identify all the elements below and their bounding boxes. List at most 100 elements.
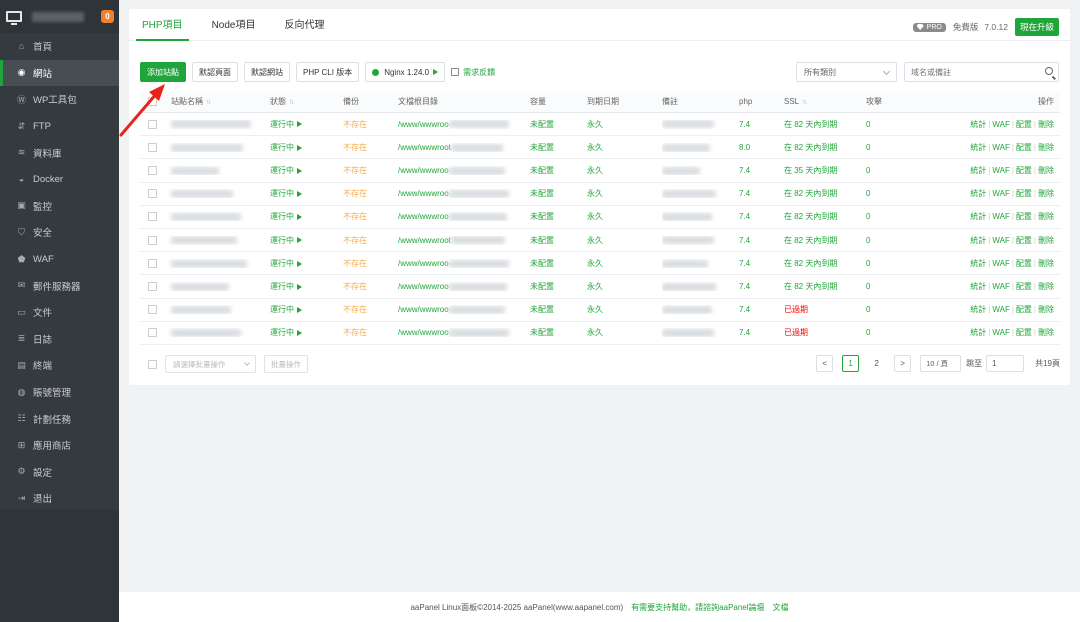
expiry-value[interactable]: 永久 <box>587 119 662 130</box>
note-blurred[interactable] <box>662 328 739 338</box>
site-status[interactable]: 運行中 <box>270 327 343 338</box>
note-blurred[interactable] <box>662 166 739 175</box>
attack-count[interactable]: 0 <box>866 236 926 245</box>
site-status[interactable]: 運行中 <box>270 235 343 246</box>
stats-link[interactable]: 統計 <box>970 143 986 152</box>
attack-count[interactable]: 0 <box>866 305 926 314</box>
config-link[interactable]: 配置 <box>1016 259 1032 268</box>
ssl-status[interactable]: 在 35 天內到期 <box>784 165 866 176</box>
site-name-blurred[interactable] <box>160 282 270 291</box>
sidebar-item-user[interactable]: ◍ 賬號管理 <box>0 379 119 406</box>
backup-status[interactable]: 不存在 <box>343 142 398 153</box>
php-version[interactable]: 7.4 <box>739 236 784 245</box>
config-link[interactable]: 配置 <box>1016 212 1032 221</box>
ssl-status[interactable]: 在 82 天內到期 <box>784 235 866 246</box>
sidebar-item-docker[interactable]: ◒ Docker <box>0 166 119 193</box>
note-blurred[interactable] <box>662 305 739 314</box>
capacity-value[interactable]: 未配置 <box>530 188 587 199</box>
col-expiry[interactable]: 到期日期 <box>587 96 662 107</box>
config-link[interactable]: 配置 <box>1016 166 1032 175</box>
backup-status[interactable]: 不存在 <box>343 188 398 199</box>
tab-node-projects[interactable]: Node項目 <box>210 16 258 40</box>
note-blurred[interactable] <box>662 212 739 222</box>
site-status[interactable]: 運行中 <box>270 188 343 199</box>
site-root-path[interactable]: /www/wwwroo <box>398 328 530 337</box>
delete-link[interactable]: 刪除 <box>1038 259 1054 268</box>
delete-link[interactable]: 刪除 <box>1038 166 1054 175</box>
php-version[interactable]: 7.4 <box>739 212 784 221</box>
col-status[interactable]: 狀態 ⇅ <box>270 96 343 107</box>
waf-link[interactable]: WAF <box>992 236 1009 245</box>
site-name-blurred[interactable] <box>160 328 270 338</box>
goto-page-input[interactable]: 1 <box>986 355 1025 372</box>
delete-link[interactable]: 刪除 <box>1038 328 1054 337</box>
search-input[interactable] <box>905 67 1035 77</box>
site-root-path[interactable]: /www/wwwroo <box>398 212 530 221</box>
site-root-path[interactable]: /www/wwwroo <box>398 305 530 314</box>
ssl-status[interactable]: 在 82 天內到期 <box>784 211 866 222</box>
note-blurred[interactable] <box>662 236 739 245</box>
stats-link[interactable]: 統計 <box>970 328 986 337</box>
row-checkbox[interactable] <box>148 328 157 338</box>
site-status[interactable]: 運行中 <box>270 165 343 176</box>
site-status[interactable]: 運行中 <box>270 258 343 269</box>
ssl-status[interactable]: 在 82 天內到期 <box>784 281 866 292</box>
site-root-path[interactable]: /www/wwwroo <box>398 189 530 198</box>
capacity-value[interactable]: 未配置 <box>530 304 587 315</box>
waf-link[interactable]: WAF <box>992 189 1009 198</box>
select-all-checkbox[interactable] <box>148 97 157 106</box>
capacity-value[interactable]: 未配置 <box>530 281 587 292</box>
sidebar-item-app-store[interactable]: ⊞ 應用商店 <box>0 432 119 459</box>
sidebar-item-mail[interactable]: ✉ 郵件服務器 <box>0 272 119 299</box>
attack-count[interactable]: 0 <box>866 328 926 337</box>
stats-link[interactable]: 統計 <box>970 189 986 198</box>
sidebar-item-home[interactable]: ⌂ 首頁 <box>0 33 119 60</box>
sidebar-item-schedule[interactable]: ☷ 計劃任務 <box>0 405 119 432</box>
sidebar-item-monitor[interactable]: ▣ 監控 <box>0 193 119 220</box>
attack-count[interactable]: 0 <box>866 282 926 291</box>
backup-status[interactable]: 不存在 <box>343 304 398 315</box>
prev-page-button[interactable]: < <box>816 355 834 372</box>
php-version[interactable]: 7.4 <box>739 120 784 129</box>
delete-link[interactable]: 刪除 <box>1038 305 1054 314</box>
row-checkbox[interactable] <box>148 281 157 291</box>
batch-operation-button[interactable]: 批量操作 <box>264 355 308 373</box>
waf-link[interactable]: WAF <box>992 305 1009 314</box>
expiry-value[interactable]: 永久 <box>587 327 662 338</box>
delete-link[interactable]: 刪除 <box>1038 236 1054 245</box>
config-link[interactable]: 配置 <box>1016 282 1032 291</box>
sidebar-item-terminal[interactable]: ▤ 終端 <box>0 352 119 379</box>
waf-link[interactable]: WAF <box>992 120 1009 129</box>
sidebar-item-shield[interactable]: ⛉ 安全 <box>0 219 119 246</box>
php-version[interactable]: 8.0 <box>739 143 784 152</box>
sidebar-item-globe[interactable]: ◉ 網站 <box>0 59 119 87</box>
page-2-button[interactable]: 2 <box>868 355 885 372</box>
attack-count[interactable]: 0 <box>866 166 926 175</box>
capacity-value[interactable]: 未配置 <box>530 258 587 269</box>
ssl-status[interactable]: 已過期 <box>784 304 866 315</box>
tab-php-projects[interactable]: PHP項目 <box>136 16 189 41</box>
docs-link[interactable]: 文檔 <box>773 602 789 613</box>
ssl-status[interactable]: 在 82 天內到期 <box>784 119 866 130</box>
sidebar-item-ftp[interactable]: ⇵ FTP <box>0 113 119 140</box>
ssl-status[interactable]: 在 82 天內到期 <box>784 188 866 199</box>
waf-link[interactable]: WAF <box>992 212 1009 221</box>
attack-count[interactable]: 0 <box>866 189 926 198</box>
expiry-value[interactable]: 永久 <box>587 258 662 269</box>
site-root-path[interactable]: /www/wwwroo <box>398 166 530 175</box>
site-name-blurred[interactable] <box>160 259 270 268</box>
capacity-value[interactable]: 未配置 <box>530 211 587 222</box>
php-version[interactable]: 7.4 <box>739 282 784 291</box>
add-site-button[interactable]: 添加站點 <box>140 62 186 82</box>
note-blurred[interactable] <box>662 189 739 199</box>
row-checkbox[interactable] <box>148 212 157 222</box>
backup-status[interactable]: 不存在 <box>343 327 398 338</box>
site-status[interactable]: 運行中 <box>270 119 343 130</box>
waf-link[interactable]: WAF <box>992 282 1009 291</box>
stats-link[interactable]: 統計 <box>970 259 986 268</box>
row-checkbox[interactable] <box>148 235 157 245</box>
ssl-status[interactable]: 在 82 天內到期 <box>784 258 866 269</box>
row-checkbox[interactable] <box>148 165 157 175</box>
stats-link[interactable]: 統計 <box>970 236 986 245</box>
support-link[interactable]: 有需要支持幫助，請諮詢aaPanel論壇 <box>631 602 764 613</box>
